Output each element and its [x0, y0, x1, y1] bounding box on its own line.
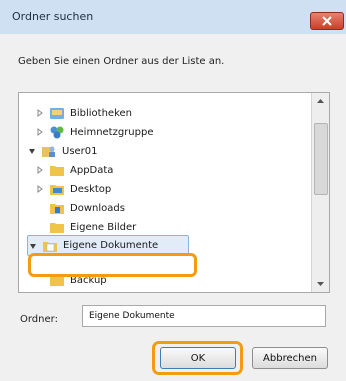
folder-label: Ordner: — [20, 314, 58, 325]
tree-item-label: Bibliotheken — [70, 107, 132, 119]
collapse-arrow-icon[interactable] — [28, 241, 38, 251]
tree-item-backup[interactable]: Backup — [49, 271, 107, 289]
tree-item-label: Desktop — [70, 183, 112, 195]
scroll-down-button[interactable] — [312, 276, 329, 292]
tree-item-downloads[interactable]: Downloads — [35, 199, 125, 217]
vertical-scrollbar[interactable] — [311, 93, 329, 292]
user-folder-icon — [42, 146, 55, 157]
cancel-button[interactable]: Abbrechen — [252, 347, 328, 369]
tree-item-user01[interactable]: User01 — [27, 142, 98, 160]
instruction-text: Geben Sie einen Ordner aus der Liste an. — [18, 56, 225, 67]
scroll-thumb[interactable] — [314, 123, 328, 195]
tree-item-eigene-dokumente[interactable]: Eigene Dokumente — [27, 235, 189, 256]
tree-item-heimnetzgruppe[interactable]: Heimnetzgruppe — [35, 123, 154, 141]
chevron-up-icon — [317, 99, 324, 103]
folder-tree[interactable]: Bibliotheken Heimnetzgruppe User01 AppDa… — [18, 92, 330, 293]
tree-item-label: Eigene Bilder — [70, 221, 137, 233]
tree-item-desktop[interactable]: Desktop — [35, 180, 111, 198]
tree-item-appdata[interactable]: AppData — [35, 161, 113, 179]
close-button[interactable] — [310, 12, 344, 30]
downloads-folder-icon — [50, 204, 64, 214]
title-bar: Ordner suchen — [0, 0, 346, 35]
folder-icon — [50, 166, 64, 176]
tree-item-label: User01 — [62, 145, 98, 157]
scroll-up-button[interactable] — [312, 93, 329, 109]
dialog-title: Ordner suchen — [12, 10, 94, 23]
tree-item-label: Downloads — [70, 202, 125, 214]
folder-icon — [50, 276, 64, 286]
chevron-down-icon — [317, 282, 324, 286]
tree-item-label: Heimnetzgruppe — [70, 126, 154, 138]
library-icon — [50, 108, 64, 119]
tree-item-label: AppData — [70, 164, 114, 176]
expand-arrow-icon[interactable] — [35, 108, 45, 118]
expand-arrow-icon[interactable] — [35, 165, 45, 175]
folder-input[interactable]: Eigene Dokumente — [82, 305, 326, 327]
pictures-folder-icon — [50, 223, 64, 233]
homegroup-icon — [50, 126, 64, 139]
close-icon — [322, 16, 332, 26]
desktop-folder-icon — [50, 185, 64, 195]
documents-folder-icon — [43, 241, 57, 252]
expand-arrow-icon[interactable] — [35, 127, 45, 137]
tree-item-bibliotheken[interactable]: Bibliotheken — [35, 104, 132, 122]
ok-button[interactable]: OK — [160, 347, 236, 369]
collapse-arrow-icon[interactable] — [27, 146, 37, 156]
tree-item-eigene-bilder[interactable]: Eigene Bilder — [35, 218, 136, 236]
tree-item-label: Backup — [70, 274, 107, 286]
expand-arrow-icon[interactable] — [35, 184, 45, 194]
tree-item-label: Eigene Dokumente — [63, 240, 159, 251]
